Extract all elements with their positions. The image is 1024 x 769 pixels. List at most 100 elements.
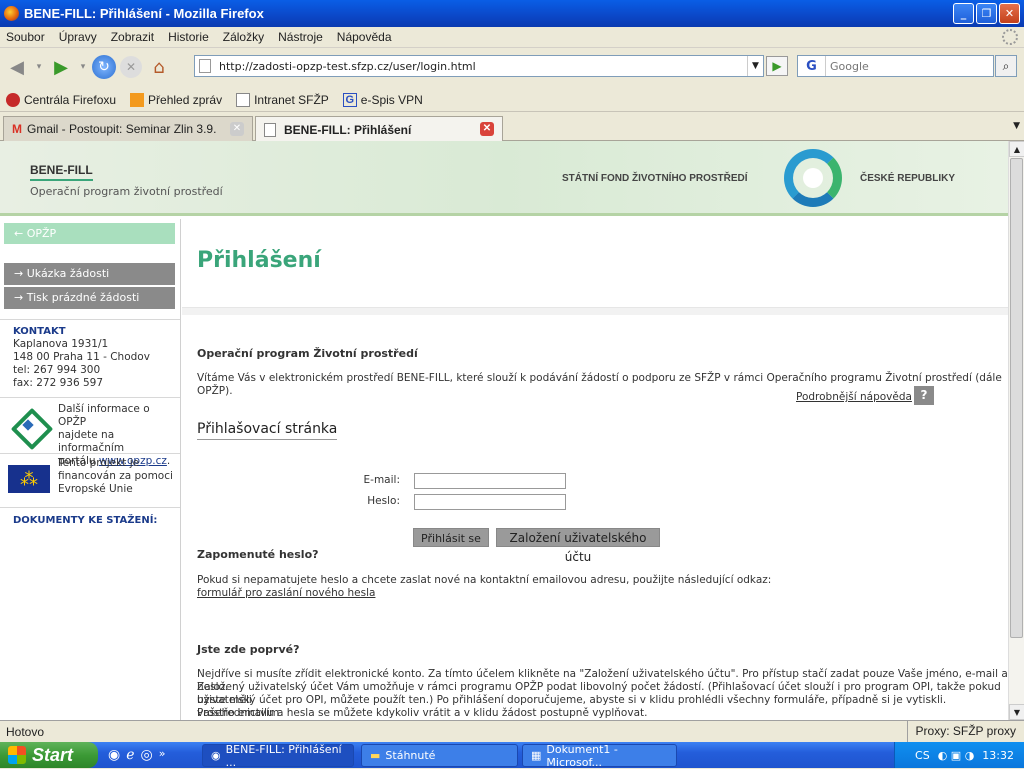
scroll-down-icon[interactable]: ▼ xyxy=(1009,704,1024,720)
menu-bar: Soubor Úpravy Zobrazit Historie Záložky … xyxy=(0,27,1024,48)
tray-icons[interactable]: ◐ ▣ ◑ xyxy=(938,749,975,762)
vertical-scrollbar[interactable]: ▲ ▼ xyxy=(1008,141,1024,720)
menu-zalozky[interactable]: Záložky xyxy=(223,30,264,44)
contact-line: tel: 267 994 300 xyxy=(13,364,101,376)
fund-name: STÁTNÍ FOND ŽIVOTNÍHO PROSTŘEDÍ xyxy=(562,173,748,184)
window-titlebar: BENE-FILL: Přihlášení - Mozilla Firefox … xyxy=(0,0,1024,27)
sidebar: ← OPŽP → Ukázka žádosti → Tisk prázdné ž… xyxy=(0,219,181,720)
tab-benefill[interactable]: BENE-FILL: Přihlášení ✕ xyxy=(255,116,503,142)
menu-nastroje[interactable]: Nástroje xyxy=(278,30,323,44)
search-icon[interactable]: ⌕ xyxy=(995,55,1017,77)
page-icon xyxy=(236,92,251,107)
system-tray: CS ◐ ▣ ◑ 13:32 xyxy=(894,742,1024,768)
country-name: ČESKÉ REPUBLIKY xyxy=(860,173,956,184)
word-icon: ▦ xyxy=(531,749,542,762)
start-button[interactable]: Start xyxy=(0,742,98,768)
eu-flag-icon: ⁂ xyxy=(8,465,50,493)
bookmark-intranet[interactable]: Intranet SFŽP xyxy=(236,92,329,107)
close-tab-icon[interactable]: ✕ xyxy=(480,122,494,136)
first-time-text: vašeho emailu a hesla se můžete kdykoliv… xyxy=(197,707,648,719)
opzp-info-block: Další informace o OPŽP najdete na inform… xyxy=(10,403,180,467)
url-text[interactable]: http://zadosti-opzp-test.sfzp.cz/user/lo… xyxy=(219,60,476,73)
brand-subtitle: Operační program životní prostředí xyxy=(30,185,223,198)
divider xyxy=(0,397,180,398)
taskbar-item-folder[interactable]: ▬ Stáhnuté xyxy=(361,744,518,767)
firefox-icon: ◉ xyxy=(211,749,221,762)
web-page: BENE-FILL Operační program životní prost… xyxy=(0,141,1008,720)
home-icon[interactable]: ⌂ xyxy=(146,54,172,80)
menu-soubor[interactable]: Soubor xyxy=(6,30,45,44)
status-text: Hotovo xyxy=(6,724,45,739)
scrollbar-thumb[interactable] xyxy=(1010,158,1023,638)
search-bar[interactable]: G xyxy=(797,55,994,77)
back-dropdown-icon[interactable]: ▾ xyxy=(34,54,44,80)
menu-zobrazit[interactable]: Zobrazit xyxy=(111,30,154,44)
ie-icon[interactable]: ℯ xyxy=(126,747,134,763)
tab-gmail[interactable]: M Gmail - Postoupit: Seminar Zlin 3.9. ✕ xyxy=(3,116,253,141)
contact-block: KONTAKT Kaplanova 1931/1 148 00 Praha 11… xyxy=(13,325,150,390)
contact-heading: KONTAKT xyxy=(13,326,66,337)
firefox-icon[interactable]: ◉ xyxy=(108,747,120,763)
sfzp-logo xyxy=(784,149,842,207)
close-window-button[interactable]: ✕ xyxy=(999,3,1020,24)
menu-napoveda[interactable]: Nápověda xyxy=(337,30,392,44)
clock[interactable]: 13:32 xyxy=(982,749,1014,762)
register-button[interactable]: Založení uživatelského účtu xyxy=(496,528,660,564)
contact-line: fax: 272 936 597 xyxy=(13,377,104,389)
documents-heading[interactable]: DOKUMENTY KE STAŽENÍ: xyxy=(13,515,157,526)
url-bar[interactable]: http://zadosti-opzp-test.sfzp.cz/user/lo… xyxy=(194,55,764,77)
stop-icon[interactable]: ✕ xyxy=(120,56,142,78)
taskbar-item-word[interactable]: ▦ Dokument1 - Microsof... xyxy=(522,743,677,769)
help-link[interactable]: Podrobnější nápověda xyxy=(796,391,912,403)
minimize-button[interactable]: _ xyxy=(953,3,974,24)
forgot-password-link[interactable]: formulář pro zaslání nového hesla xyxy=(197,587,375,600)
password-field[interactable] xyxy=(414,494,566,510)
proxy-status[interactable]: Proxy: SFŽP proxy xyxy=(906,721,1024,742)
search-input[interactable] xyxy=(830,59,980,73)
reload-icon[interactable]: ↻ xyxy=(92,55,116,79)
taskbar-item-firefox[interactable]: ◉ BENE-FILL: Přihlášení ... xyxy=(202,743,354,769)
throbber-icon xyxy=(1002,29,1018,45)
sidebar-item-tisk[interactable]: → Tisk prázdné žádosti xyxy=(4,287,175,309)
navigation-toolbar: ◀ ▾ ▶ ▾ ↻ ✕ ⌂ http://zadosti-opzp-test.s… xyxy=(0,48,1024,86)
maximize-button[interactable]: ❐ xyxy=(976,3,997,24)
forward-dropdown-icon[interactable]: ▾ xyxy=(78,54,88,80)
login-button[interactable]: Přihlásit se xyxy=(413,528,489,547)
menu-upravy[interactable]: Úpravy xyxy=(59,30,97,44)
scroll-up-icon[interactable]: ▲ xyxy=(1009,141,1024,157)
email-label: E-mail: xyxy=(363,474,400,486)
close-tab-icon[interactable]: ✕ xyxy=(230,122,244,136)
sidebar-item-opzp[interactable]: ← OPŽP xyxy=(4,223,175,244)
main-content: Přihlášení Operační program Životní pros… xyxy=(182,219,1008,720)
site-brand[interactable]: BENE-FILL Operační program životní prost… xyxy=(30,163,223,198)
media-icon[interactable]: ◎ xyxy=(141,747,153,763)
title-separator xyxy=(182,307,1008,315)
email-field[interactable] xyxy=(414,473,566,489)
bookmarks-toolbar: Centrála Firefoxu Přehled zpráv Intranet… xyxy=(0,88,1024,112)
page-title: Přihlášení xyxy=(197,248,321,273)
go-button[interactable]: ▶ xyxy=(766,56,788,76)
opzp-logo xyxy=(10,407,46,443)
sidebar-item-ukazka[interactable]: → Ukázka žádosti xyxy=(4,263,175,285)
bookmark-centrala[interactable]: Centrála Firefoxu xyxy=(6,92,116,107)
help-button[interactable]: ? xyxy=(914,386,934,405)
windows-logo-icon xyxy=(8,746,26,764)
url-dropdown-icon[interactable]: ▼ xyxy=(747,56,763,76)
forgot-heading: Zapomenuté heslo? xyxy=(197,548,319,561)
quick-launch: ◉ ℯ ◎ » xyxy=(108,747,165,763)
tab-list-icon[interactable]: ▼ xyxy=(1013,121,1020,131)
chevron-right-icon[interactable]: » xyxy=(159,747,166,763)
forward-icon[interactable]: ▶ xyxy=(48,54,74,80)
contact-line: 148 00 Praha 11 - Chodov xyxy=(13,351,150,363)
bookmark-prehled[interactable]: Přehled zpráv xyxy=(130,92,222,107)
contact-line: Kaplanova 1931/1 xyxy=(13,338,109,350)
bookmark-espis[interactable]: Ge-Spis VPN xyxy=(342,92,423,107)
page-icon xyxy=(199,59,211,73)
menu-historie[interactable]: Historie xyxy=(168,30,209,44)
page-icon xyxy=(264,122,276,137)
brand-name: BENE-FILL xyxy=(30,163,93,181)
back-icon[interactable]: ◀ xyxy=(4,54,30,80)
google-icon[interactable]: G xyxy=(798,56,826,76)
eu-info-block: ⁂ Tento projekt je financován za pomoci … xyxy=(8,457,180,507)
language-indicator[interactable]: CS xyxy=(915,749,930,762)
